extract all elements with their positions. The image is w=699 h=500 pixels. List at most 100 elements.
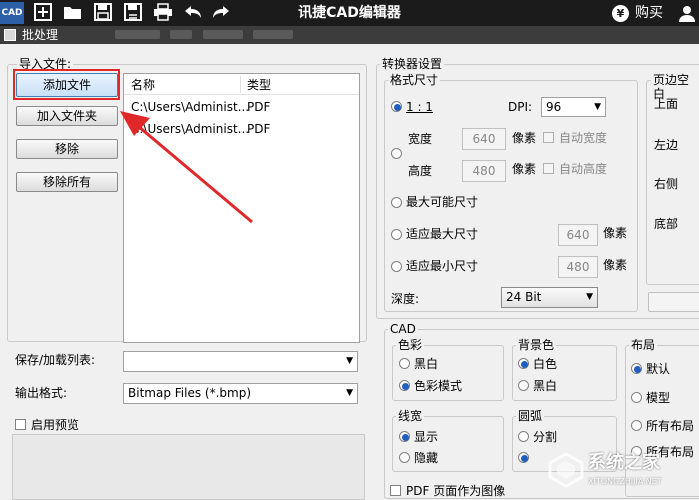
dpi-select[interactable]: 96 ▼ bbox=[541, 97, 606, 117]
fit-max-unit: 像素 bbox=[603, 226, 628, 240]
depth-value: 24 Bit bbox=[506, 290, 542, 304]
chevron-down-icon: ▼ bbox=[594, 102, 601, 112]
arc-label: 圆弧 bbox=[516, 409, 545, 423]
enable-preview-checkbox[interactable] bbox=[15, 419, 26, 430]
color-mode-radio[interactable] bbox=[399, 380, 410, 391]
auto-width-label: 自动宽度 bbox=[559, 131, 608, 145]
watermark-icon bbox=[548, 452, 584, 488]
bg-bw-label: 黑白 bbox=[533, 379, 558, 393]
column-divider bbox=[240, 76, 241, 93]
max-possible-radio[interactable] bbox=[391, 197, 402, 208]
margin-bottom-label: 底部 bbox=[654, 217, 679, 231]
bg-bw-radio[interactable] bbox=[518, 380, 529, 391]
remove-button[interactable]: 移除 bbox=[16, 139, 118, 159]
output-format-select[interactable]: Bitmap Files (*.bmp) ▼ bbox=[123, 383, 358, 404]
background-group bbox=[512, 345, 617, 401]
color-bw-radio[interactable] bbox=[399, 358, 410, 369]
chevron-down-icon: ▼ bbox=[346, 356, 353, 366]
column-header-type[interactable]: 类型 bbox=[247, 78, 271, 92]
margins-apply-button[interactable] bbox=[648, 292, 699, 312]
column-header-name[interactable]: 名称 bbox=[131, 78, 155, 92]
lineweight-group bbox=[392, 416, 504, 472]
margin-right-label: 右侧 bbox=[654, 177, 679, 191]
enable-preview-label: 启用预览 bbox=[31, 418, 80, 432]
width-field[interactable]: 640 bbox=[462, 128, 506, 150]
dialog-title-bar: 批处理 bbox=[0, 26, 699, 44]
height-unit: 像素 bbox=[512, 162, 537, 176]
lineweight-show-label: 显示 bbox=[414, 430, 439, 444]
fit-min-unit: 像素 bbox=[603, 258, 628, 272]
width-label: 宽度 bbox=[408, 132, 433, 146]
ratio-label: 1 : 1 bbox=[406, 100, 433, 114]
chevron-down-icon: ▼ bbox=[346, 388, 353, 398]
dialog-title: 批处理 bbox=[22, 28, 59, 42]
output-format-value: Bitmap Files (*.bmp) bbox=[128, 386, 251, 400]
layout-model-label: 模型 bbox=[646, 391, 671, 405]
add-folder-button[interactable]: 加入文件夹 bbox=[16, 106, 118, 126]
watermark-logo: 系统之家 XITONGZHIJIA.NET bbox=[548, 450, 696, 498]
layout-label: 布局 bbox=[629, 338, 658, 352]
layout-model-radio[interactable] bbox=[631, 392, 642, 403]
save-load-list-label: 保存/加载列表: bbox=[15, 353, 96, 367]
depth-label: 深度: bbox=[391, 292, 420, 306]
remove-all-button[interactable]: 移除所有 bbox=[16, 172, 118, 192]
dialog-icon bbox=[4, 29, 16, 41]
buy-button[interactable]: ¥ 购买 bbox=[612, 3, 663, 23]
layout-all-label: 所有布局 bbox=[646, 419, 695, 433]
blurred-tab bbox=[115, 30, 160, 39]
blurred-tab bbox=[203, 30, 243, 39]
auto-width-checkbox[interactable] bbox=[543, 132, 554, 143]
layout-default-radio[interactable] bbox=[631, 363, 642, 374]
ratio-radio[interactable] bbox=[391, 101, 402, 112]
color-bw-label: 黑白 bbox=[414, 357, 439, 371]
bg-white-radio[interactable] bbox=[518, 358, 529, 369]
auto-height-label: 自动高度 bbox=[559, 162, 608, 176]
format-size-label: 格式尺寸 bbox=[388, 73, 441, 87]
fit-min-field[interactable]: 480 bbox=[558, 256, 598, 278]
fit-max-label: 适应最大尺寸 bbox=[406, 227, 479, 241]
height-label: 高度 bbox=[408, 164, 433, 178]
coin-icon: ¥ bbox=[612, 4, 629, 22]
app-toolbar: CAD 讯捷CAD编辑器 ¥ 购买 bbox=[0, 0, 699, 26]
arc-split-radio[interactable] bbox=[518, 431, 529, 442]
pdf-as-image-label: PDF 页面作为图像 bbox=[406, 484, 506, 498]
depth-select[interactable]: 24 Bit ▼ bbox=[501, 287, 598, 308]
margin-left-label: 左边 bbox=[654, 138, 679, 152]
lineweight-show-radio[interactable] bbox=[399, 431, 410, 442]
watermark-url: XITONGZHIJIA.NET bbox=[588, 477, 662, 486]
blurred-tab bbox=[253, 30, 293, 39]
arc-other-radio[interactable] bbox=[518, 452, 529, 463]
chevron-down-icon: ▼ bbox=[586, 292, 593, 302]
bg-white-label: 白色 bbox=[533, 357, 558, 371]
auto-height-checkbox[interactable] bbox=[543, 163, 554, 174]
cad-label: CAD bbox=[388, 322, 418, 336]
width-unit: 像素 bbox=[512, 131, 537, 145]
blurred-tab bbox=[170, 30, 192, 39]
lineweight-label: 线宽 bbox=[396, 409, 425, 423]
app-title: 讯捷CAD编辑器 bbox=[298, 5, 401, 21]
color-label: 色彩 bbox=[396, 338, 425, 352]
save-load-list-select[interactable]: ▼ bbox=[123, 351, 358, 372]
lineweight-hide-radio[interactable] bbox=[399, 452, 410, 463]
watermark-text: 系统之家 bbox=[588, 452, 660, 473]
buy-label: 购买 bbox=[635, 5, 663, 21]
color-mode-label: 色彩模式 bbox=[414, 379, 463, 393]
pdf-as-image-checkbox[interactable] bbox=[390, 485, 401, 496]
fit-max-radio[interactable] bbox=[391, 229, 402, 240]
max-possible-label: 最大可能尺寸 bbox=[406, 195, 479, 209]
custom-size-radio[interactable] bbox=[391, 148, 402, 159]
highlight-box bbox=[13, 69, 120, 100]
user-icon[interactable] bbox=[678, 4, 696, 22]
fit-min-label: 适应最小尺寸 bbox=[406, 259, 479, 273]
converter-settings-label: 转换器设置 bbox=[380, 57, 445, 71]
lineweight-hide-label: 隐藏 bbox=[414, 451, 439, 465]
layout-default-label: 默认 bbox=[646, 362, 671, 376]
layout-all-radio[interactable] bbox=[631, 420, 642, 431]
fit-max-field[interactable]: 640 bbox=[558, 224, 598, 246]
dpi-label: DPI: bbox=[508, 100, 533, 114]
dpi-value: 96 bbox=[546, 100, 562, 114]
background-label: 背景色 bbox=[516, 338, 557, 352]
fit-min-radio[interactable] bbox=[391, 261, 402, 272]
annotation-arrow bbox=[120, 111, 253, 224]
height-field[interactable]: 480 bbox=[462, 160, 506, 182]
